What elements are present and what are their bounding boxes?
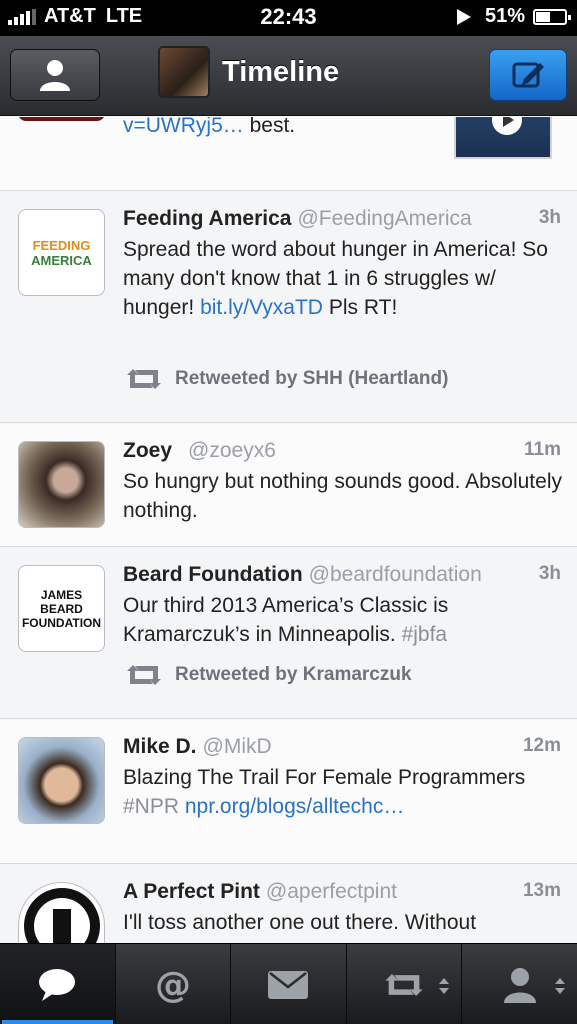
play-icon [456,8,471,25]
svg-text:@: @ [155,965,191,1006]
tab-messages[interactable] [231,944,347,1024]
tab-bar: @ [0,943,577,1024]
tweet-text: Blazing The Trail For Female Programmers… [123,766,526,818]
tweet-link[interactable]: bit.ly/VyxaTD [200,296,323,319]
tab-profile[interactable] [462,944,577,1024]
at-sign-icon: @ [155,965,191,1006]
tweet-time: 11m [524,439,561,460]
envelope-icon [268,970,309,999]
tweet-text: Our third 2013 America’s Classic is Kram… [123,594,449,646]
tweet[interactable]: Mike D. @MikD 12m Blazing The Trail For F… [0,719,577,864]
retweet-icon [127,369,161,389]
tweet[interactable]: Zoey @zoeyx6 11m So hungry but nothing so… [0,423,577,547]
chevron-updown-icon[interactable] [437,976,451,996]
account-avatar[interactable] [158,46,210,98]
tab-retweets[interactable] [347,944,463,1024]
tweet-hashtag[interactable]: #NPR [123,795,179,818]
battery-icon [533,8,571,25]
author-handle[interactable]: @FeedingAmerica [297,207,471,230]
play-icon [492,117,522,135]
retweet-attribution: Retweeted by SHH (Heartland) [123,367,448,391]
tab-timeline[interactable] [0,944,116,1024]
author-handle[interactable]: @beardfoundation [309,563,482,586]
avatar[interactable] [18,882,105,943]
avatar [18,117,105,121]
tweet-partial[interactable]: v=UWRyj5… best. [0,117,577,191]
tab-mentions[interactable]: @ [116,944,232,1024]
tweet-text: Spread the word about hunger in America!… [123,238,548,319]
chevron-updown-icon[interactable] [553,976,567,996]
timeline[interactable]: v=UWRyj5… best. FEEDING AMERICA Feeding … [0,117,577,943]
tweet-link[interactable]: npr.org/blogs/alltechc… [185,795,404,818]
nav-bar: Timeline [0,36,577,116]
avatar[interactable]: FEEDING AMERICA [18,209,105,296]
author-handle[interactable]: @zoeyx6 [188,439,276,462]
tweet-text: I'll toss another one out there. Without [123,911,477,934]
compose-icon [512,62,544,88]
tweet-time: 3h [538,563,561,584]
author-name[interactable]: Zoey [123,439,172,462]
person-icon [40,60,70,91]
avatar-logo-text: BEARD [40,601,83,616]
retweet-icon [385,973,423,996]
video-thumbnail[interactable] [454,117,552,159]
tweet-time: 12m [522,735,561,756]
tweet-hashtag[interactable]: #jbfa [402,623,448,646]
page-title: Timeline [222,55,340,88]
avatar-logo-text: FOUNDATION [21,615,102,630]
tweet[interactable]: JAMES BEARD FOUNDATION Beard Foundation @… [0,547,577,719]
compose-button[interactable] [489,49,567,101]
tweet[interactable]: FEEDING AMERICA Feeding America @FeedingA… [0,191,577,423]
nav-title[interactable]: Timeline [158,46,339,98]
tweet-time: 3h [538,207,561,228]
avatar[interactable]: JAMES BEARD FOUNDATION [18,565,105,652]
person-icon [503,967,536,1003]
tweet-link[interactable]: v=UWRyj5… [123,117,244,137]
retweet-attribution: Retweeted by Kramarczuk [123,663,412,687]
status-bar: AT&T LTE 22:43 51% [0,0,577,36]
author-handle[interactable]: @MikD [203,735,272,758]
author-name[interactable]: Beard Foundation [123,563,303,586]
author-name[interactable]: Mike D. [123,735,197,758]
retweet-icon [127,665,161,685]
avatar[interactable] [18,441,105,528]
battery-percent: 51% [484,5,525,27]
tweet-text: best. [243,117,296,137]
avatar-logo-text: AMERICA [31,252,92,268]
author-handle[interactable]: @aperfectpint [266,880,397,903]
speech-bubble-icon [39,968,76,1001]
author-name[interactable]: A Perfect Pint [123,880,260,903]
avatar-logo-text: FEEDING [32,237,91,253]
tweet-text: So hungry but nothing sounds good. Absol… [123,470,562,522]
avatar[interactable] [18,737,105,824]
tweet-time: 13m [522,880,561,901]
accounts-button[interactable] [10,49,100,101]
author-name[interactable]: Feeding America [123,207,291,230]
pint-glass-icon [24,888,100,943]
tweet[interactable]: A Perfect Pint @aperfectpint 13m I'll tos… [0,864,577,943]
avatar-logo-text: JAMES [40,587,83,602]
